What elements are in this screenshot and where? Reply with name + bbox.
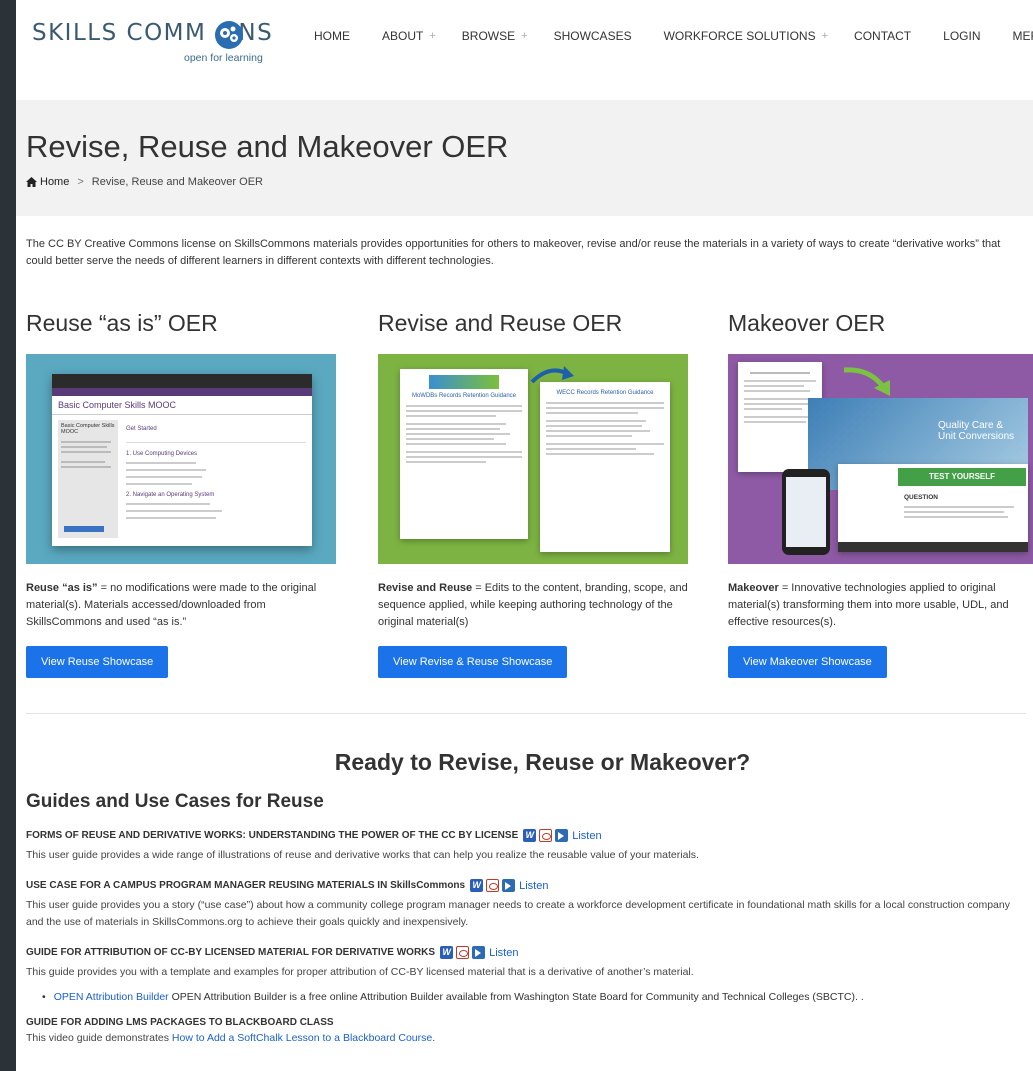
word-doc-icon[interactable]: W xyxy=(470,879,484,892)
view-makeover-showcase-button[interactable]: View Makeover Showcase xyxy=(728,646,887,678)
guide-item: USE CASE FOR A CAMPUS PROGRAM MANAGER RE… xyxy=(26,879,1026,931)
word-doc-icon[interactable]: W xyxy=(440,946,454,959)
view-revise-reuse-showcase-button[interactable]: View Revise & Reuse Showcase xyxy=(378,646,568,678)
softchalk-blackboard-link[interactable]: How to Add a SoftChalk Lesson to a Black… xyxy=(172,1032,432,1044)
guide-item: GUIDE FOR ADDING LMS PACKAGES TO BLACKBO… xyxy=(26,1017,1026,1047)
mock-side-title: Basic Computer Skills MOOC xyxy=(61,423,115,435)
reuse-showcase-image: Basic Computer Skills MOOC Basic Compute… xyxy=(26,354,336,564)
breadcrumb-separator: > xyxy=(77,176,84,188)
makeover-showcase-image: Quality Care & Unit Conversions TEST YOU… xyxy=(728,354,1033,564)
nav-showcases[interactable]: SHOWCASES xyxy=(554,29,638,43)
word-doc-icon[interactable]: W xyxy=(523,829,537,842)
ready-heading: Ready to Revise, Reuse or Makeover? xyxy=(334,749,751,775)
logo-tagline: open for learning xyxy=(184,52,263,64)
page: SKILLS COMM NS open for learning HOME ABO… xyxy=(16,0,1033,1071)
guide-description: This user guide provides you a story (“u… xyxy=(26,899,1010,928)
speaker-icon[interactable] xyxy=(502,879,516,892)
arrow-icon xyxy=(843,367,890,396)
breadcrumb-current: Revise, Reuse and Makeover OER xyxy=(91,176,263,188)
guide-item: FORMS OF REUSE AND DERIVATIVE WORKS: UND… xyxy=(26,829,1026,864)
reuse-column: Reuse “as is” OER Basic Computer Skills … xyxy=(26,310,338,678)
site-logo[interactable]: SKILLS COMM NS open for learning xyxy=(32,20,272,68)
revise-showcase-image: MoWDBs Records Retention Guidance WECC R… xyxy=(378,354,688,564)
guide-item: GUIDE FOR ATTRIBUTION OF CC-BY LICENSED … xyxy=(26,946,1026,981)
attribution-bullet: • OPEN Attribution Builder OPEN Attribut… xyxy=(26,991,1026,1003)
breadcrumb: Home > Revise, Reuse and Makeover OER xyxy=(26,176,263,188)
main-nav: HOME ABOUT + BROWSE + SHOWCASES WORKFORCE … xyxy=(314,29,1033,43)
speaker-icon[interactable] xyxy=(555,829,569,842)
nav-workforce-solutions[interactable]: WORKFORCE SOLUTIONS + xyxy=(664,29,828,43)
guides-heading: Guides and Use Cases for Reuse xyxy=(26,791,324,812)
guide-title: USE CASE FOR A CAMPUS PROGRAM MANAGER RE… xyxy=(26,880,466,891)
mock-list-heading: 2. Navigate an Operating System xyxy=(126,492,215,498)
question-label: QUESTION xyxy=(904,494,938,501)
guide-title: FORMS OF REUSE AND DERIVATIVE WORKS: UND… xyxy=(26,830,519,841)
mock-course-title: Basic Computer Skills MOOC xyxy=(52,396,312,415)
makeover-column: Makeover OER Quality Care & Unit Convers… xyxy=(728,310,1033,678)
expand-plus-icon: + xyxy=(429,30,436,42)
column-description: Makeover = Innovative technologies appli… xyxy=(728,582,1009,628)
guide-title: GUIDE FOR ATTRIBUTION OF CC-BY LICENSED … xyxy=(26,947,436,958)
guide-description: This video guide demonstrates How to Add… xyxy=(26,1032,436,1044)
mock-list-heading: 1. Use Computing Devices xyxy=(126,451,198,457)
listen-link[interactable]: Listen xyxy=(519,880,548,892)
intro-text: The CC BY Creative Commons license on Sk… xyxy=(26,238,1001,267)
listen-link[interactable]: Listen xyxy=(489,947,518,959)
nav-about[interactable]: ABOUT + xyxy=(382,29,436,43)
hero-text: Quality Care & Unit Conversions xyxy=(938,420,1015,442)
page-title: Revise, Reuse and Makeover OER xyxy=(26,129,509,164)
breadcrumb-home[interactable]: Home xyxy=(26,176,69,188)
guide-description: This guide provides you with a template … xyxy=(26,966,694,978)
view-reuse-showcase-button[interactable]: View Reuse Showcase xyxy=(26,646,169,678)
home-icon xyxy=(26,177,37,187)
open-attribution-builder-link[interactable]: OPEN Attribution Builder xyxy=(54,991,169,1003)
site-header: SKILLS COMM NS open for learning HOME ABO… xyxy=(16,0,1033,100)
column-description: Reuse “as is” = no modifications were ma… xyxy=(26,582,317,628)
pdf-icon[interactable] xyxy=(456,946,470,959)
column-heading: Makeover OER xyxy=(728,310,886,336)
nav-contact[interactable]: CONTACT xyxy=(854,29,917,43)
gear-icon xyxy=(215,21,243,49)
nav-merlot[interactable]: MERLOT+ xyxy=(1012,29,1033,43)
column-description: Revise and Reuse = Edits to the content,… xyxy=(378,582,688,628)
guide-title: GUIDE FOR ADDING LMS PACKAGES TO BLACKBO… xyxy=(26,1017,334,1028)
listen-link[interactable]: Listen xyxy=(572,830,601,842)
column-heading: Revise and Reuse OER xyxy=(378,310,623,336)
revise-reuse-column: Revise and Reuse OER MoWDBs Records Rete… xyxy=(378,310,690,678)
section-divider xyxy=(26,713,1026,714)
nav-browse[interactable]: BROWSE + xyxy=(462,29,528,43)
doc-title: MoWDBs Records Retention Guidance xyxy=(411,393,517,399)
bullet-text: OPEN Attribution Builder is a free onlin… xyxy=(168,991,864,1003)
doc-title: WECC Records Retention Guidance xyxy=(556,390,654,396)
expand-plus-icon: + xyxy=(521,30,528,42)
pdf-icon[interactable] xyxy=(539,829,553,842)
bullet-dot-icon: • xyxy=(42,991,46,1003)
guide-description: This user guide provides a wide range of… xyxy=(26,849,699,861)
nav-home[interactable]: HOME xyxy=(314,29,356,43)
title-band: Revise, Reuse and Makeover OER Home > Re… xyxy=(16,100,1033,216)
speaker-icon[interactable] xyxy=(472,946,486,959)
pdf-icon[interactable] xyxy=(486,879,500,892)
test-banner: TEST YOURSELF xyxy=(898,468,1026,486)
column-heading: Reuse “as is” OER xyxy=(26,310,218,336)
expand-plus-icon: + xyxy=(821,30,829,42)
arrow-icon xyxy=(530,366,574,384)
mock-section-title: Get Started xyxy=(126,426,157,432)
nav-login[interactable]: LOGIN xyxy=(943,29,986,43)
